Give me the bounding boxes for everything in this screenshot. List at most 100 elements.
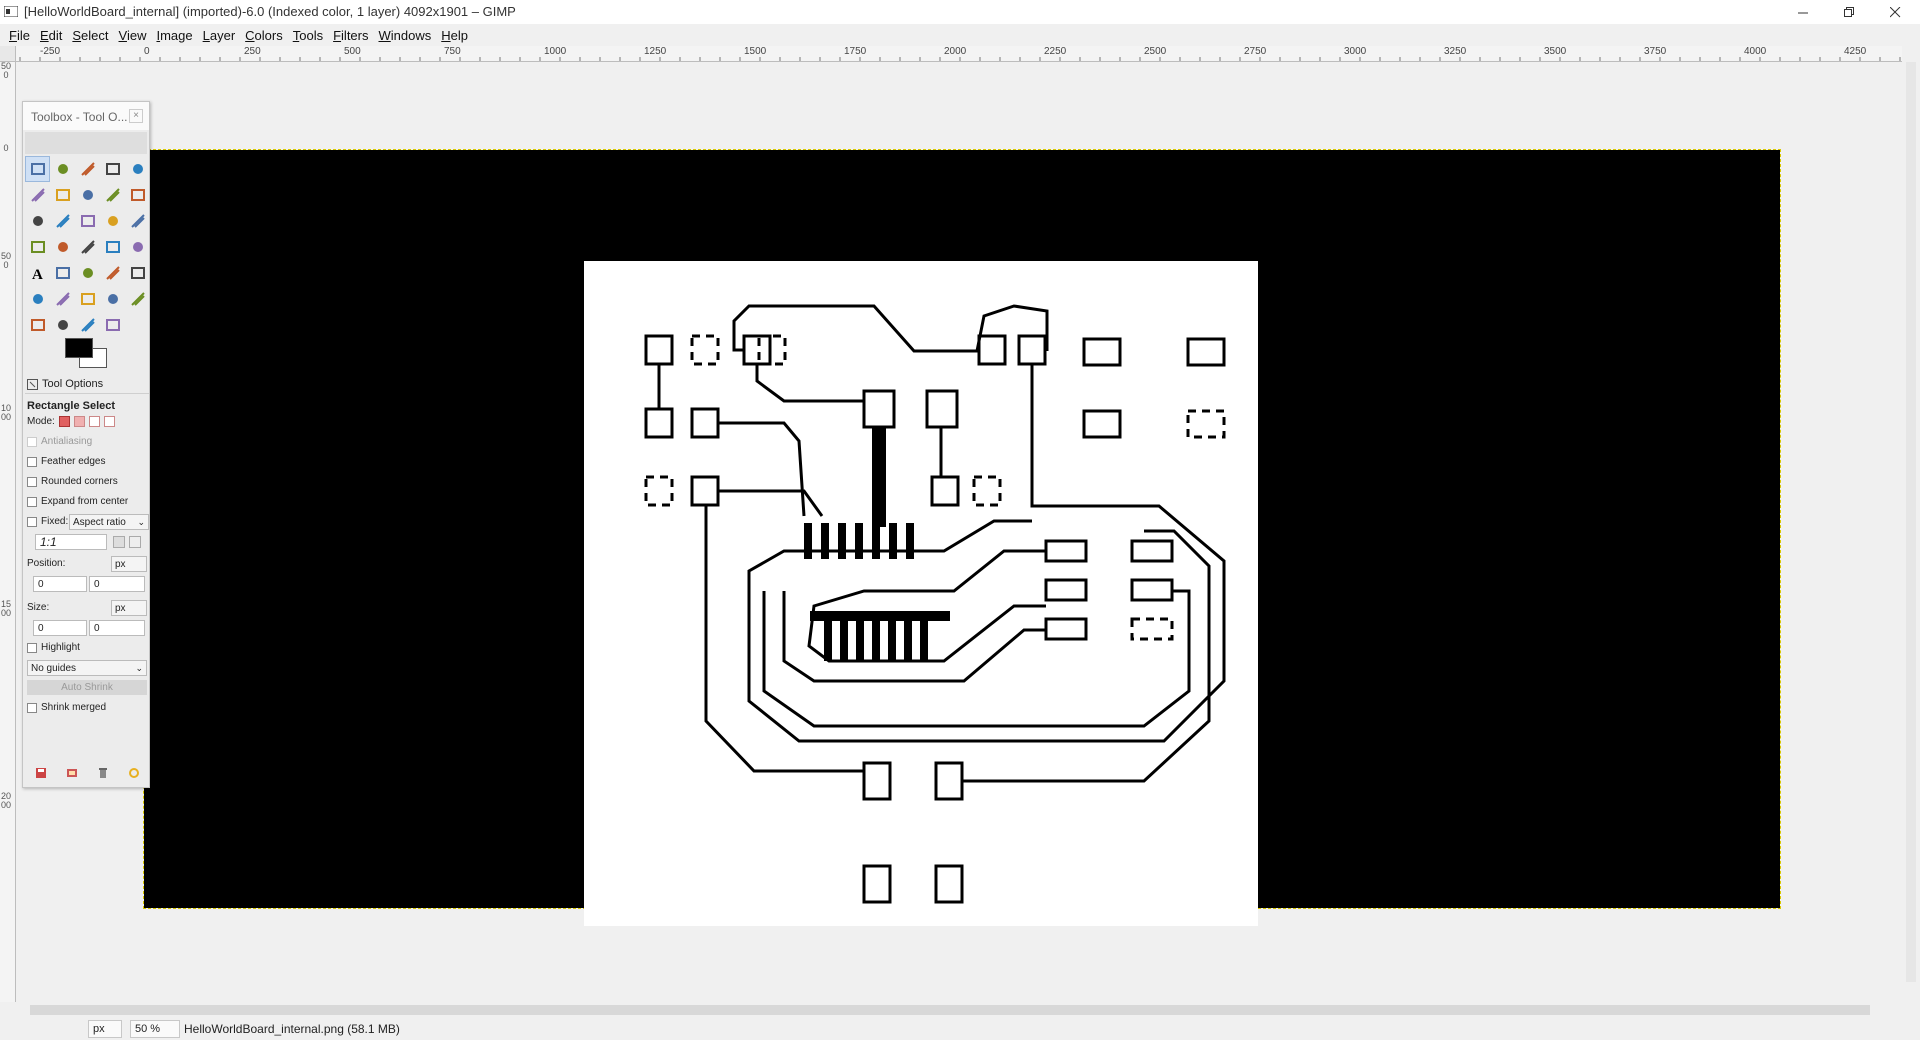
menu-select[interactable]: Select — [67, 28, 113, 43]
auto-shrink-button[interactable]: Auto Shrink — [27, 680, 147, 695]
ratio-input[interactable]: 1:1 — [35, 534, 107, 550]
expand-from-center-checkbox[interactable] — [27, 496, 37, 507]
highlight-checkbox[interactable] — [27, 642, 37, 653]
tool-button[interactable] — [100, 208, 125, 234]
vertical-ruler[interactable]: 500 0 500 1000 1500 2000 — [0, 62, 16, 1002]
size-unit-select[interactable]: px — [111, 600, 147, 616]
image-layer[interactable] — [143, 149, 1781, 926]
position-x-input[interactable]: 0 — [33, 576, 87, 592]
minimize-button[interactable] — [1780, 0, 1826, 24]
tool-button[interactable] — [125, 286, 150, 312]
restore-button[interactable] — [1826, 0, 1872, 24]
tool-button[interactable] — [50, 208, 75, 234]
highlight-label: Highlight — [41, 642, 80, 653]
tool-button[interactable] — [25, 156, 50, 182]
tool-button[interactable] — [75, 286, 100, 312]
gradient-icon — [82, 268, 93, 278]
zoom-select[interactable]: 50 % — [130, 1020, 180, 1038]
tool-button[interactable] — [75, 156, 100, 182]
toolbox-titlebar[interactable]: Toolbox - Tool O... × — [23, 102, 149, 130]
guides-select[interactable]: No guides ⌄ — [27, 660, 147, 676]
tool-button[interactable] — [100, 182, 125, 208]
mode-add-button[interactable] — [73, 416, 85, 427]
ruler-corner-button[interactable] — [0, 46, 16, 62]
expand-from-center-option[interactable]: Expand from center — [27, 496, 128, 507]
fixed-checkbox[interactable] — [27, 516, 37, 527]
highlight-option[interactable]: Highlight — [27, 642, 80, 653]
tool-button[interactable] — [125, 182, 150, 208]
tool-button[interactable] — [100, 286, 125, 312]
position-unit-select[interactable]: px — [111, 556, 147, 572]
menu-colors[interactable]: Colors — [240, 28, 288, 43]
shrink-merged-option[interactable]: Shrink merged — [27, 702, 106, 713]
mode-subtract-button[interactable] — [88, 416, 100, 427]
tool-button[interactable] — [125, 260, 150, 286]
tool-button[interactable] — [25, 312, 50, 338]
tool-button[interactable]: A — [25, 260, 50, 286]
mode-intersect-button[interactable] — [103, 416, 115, 427]
close-window-button[interactable] — [1872, 0, 1918, 24]
feather-edges-checkbox[interactable] — [27, 456, 37, 467]
menu-help[interactable]: Help — [436, 28, 473, 43]
menu-layer[interactable]: Layer — [198, 28, 241, 43]
menu-edit[interactable]: Edit — [35, 28, 67, 43]
vertical-scrollbar[interactable] — [1902, 46, 1920, 1002]
tool-button[interactable] — [50, 182, 75, 208]
feather-edges-option[interactable]: Feather edges — [27, 456, 106, 467]
size-height-value: 0 — [94, 622, 100, 634]
horizontal-scrollbar[interactable] — [16, 1002, 1902, 1018]
portrait-icon[interactable] — [113, 536, 125, 548]
landscape-icon[interactable] — [129, 536, 141, 548]
vertical-scroll-thumb[interactable] — [1906, 62, 1916, 982]
menu-filters[interactable]: Filters — [328, 28, 373, 43]
image-canvas[interactable] — [16, 62, 1902, 1002]
tool-button[interactable] — [75, 208, 100, 234]
tool-button[interactable] — [50, 260, 75, 286]
tool-button[interactable] — [50, 234, 75, 260]
menu-view[interactable]: View — [114, 28, 152, 43]
tool-options-tab[interactable]: Tool Options — [27, 378, 103, 390]
fixed-option[interactable]: Fixed: — [27, 516, 68, 527]
ratio-value: 1:1 — [40, 535, 57, 549]
rounded-corners-option[interactable]: Rounded corners — [27, 476, 118, 487]
vruler-label: 2000 — [1, 791, 12, 810]
menu-tools[interactable]: Tools — [288, 28, 328, 43]
toolbox-close-button[interactable]: × — [129, 109, 143, 123]
size-height-input[interactable]: 0 — [89, 620, 145, 636]
menu-image[interactable]: Image — [151, 28, 197, 43]
reset-options-icon[interactable] — [128, 767, 140, 779]
tool-button[interactable] — [75, 260, 100, 286]
tool-button[interactable] — [75, 234, 100, 260]
mode-replace-button[interactable] — [58, 416, 70, 427]
save-options-icon[interactable] — [35, 767, 47, 779]
tool-button[interactable] — [100, 260, 125, 286]
tool-button[interactable] — [75, 182, 100, 208]
shrink-merged-checkbox[interactable] — [27, 702, 37, 713]
tool-button[interactable] — [125, 156, 150, 182]
menu-windows[interactable]: Windows — [374, 28, 437, 43]
tool-button[interactable] — [50, 286, 75, 312]
tool-button[interactable] — [25, 234, 50, 260]
horizontal-ruler[interactable]: -250 0 250 500 750 1000 1250 1500 1750 2… — [16, 46, 1902, 62]
color-area[interactable] — [61, 334, 133, 374]
foreground-select-icon — [55, 189, 70, 201]
restore-options-icon[interactable] — [66, 767, 78, 779]
heal-icon — [130, 292, 145, 306]
tool-button[interactable] — [25, 208, 50, 234]
foreground-color-swatch[interactable] — [65, 338, 93, 358]
size-width-input[interactable]: 0 — [33, 620, 87, 636]
position-y-input[interactable]: 0 — [89, 576, 145, 592]
tool-button[interactable] — [100, 156, 125, 182]
delete-options-icon[interactable] — [97, 767, 109, 779]
unit-select[interactable]: px — [88, 1020, 122, 1038]
rounded-corners-checkbox[interactable] — [27, 476, 37, 487]
horizontal-scroll-thumb[interactable] — [30, 1005, 1870, 1015]
tool-button[interactable] — [50, 156, 75, 182]
menu-file[interactable]: File — [4, 28, 35, 43]
tool-button[interactable] — [125, 208, 150, 234]
tool-button[interactable] — [100, 234, 125, 260]
tool-button[interactable] — [25, 182, 50, 208]
tool-button[interactable] — [125, 234, 150, 260]
fixed-mode-select[interactable]: Aspect ratio ⌄ — [69, 514, 149, 530]
tool-button[interactable] — [25, 286, 50, 312]
